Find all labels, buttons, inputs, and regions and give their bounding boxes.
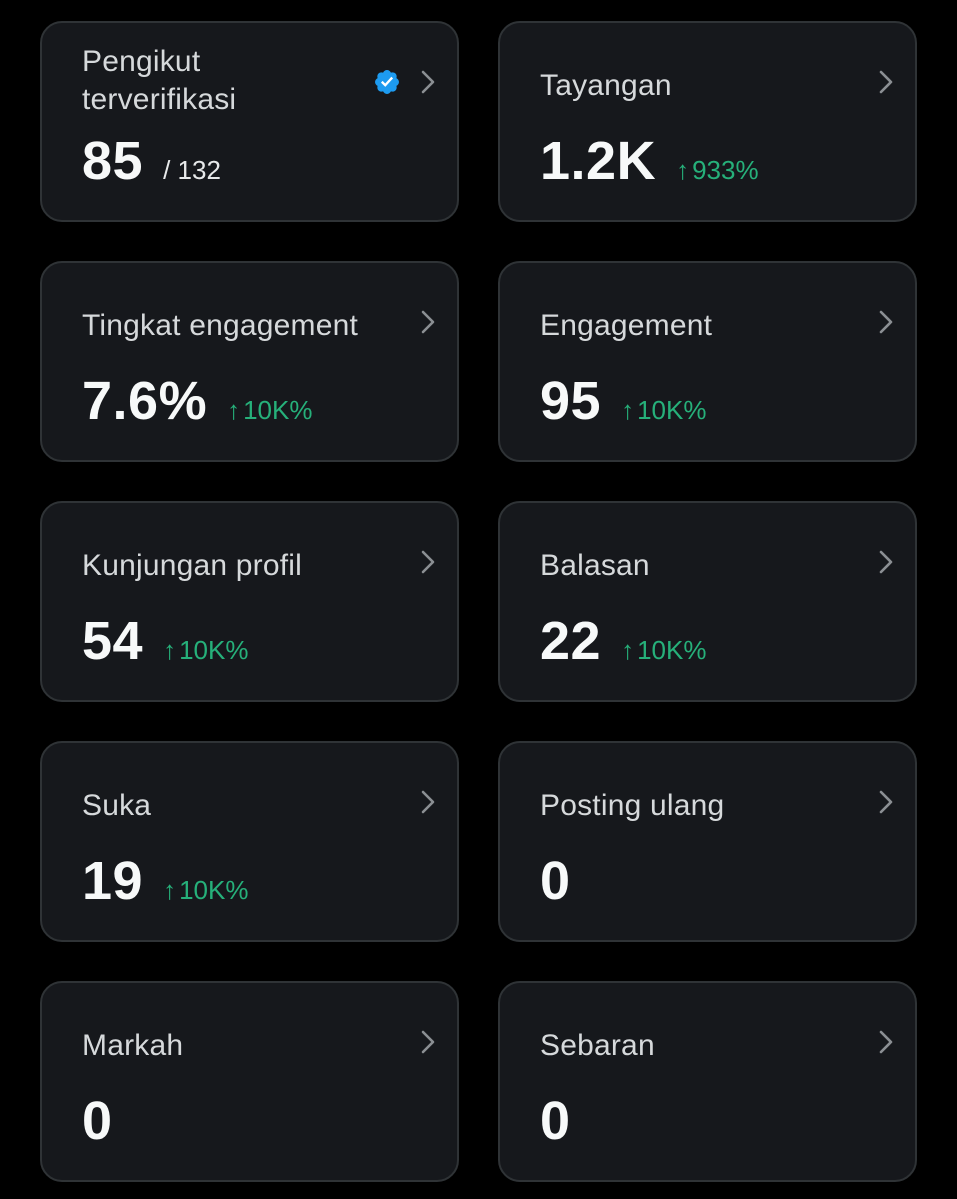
metric-value: 0 (540, 1091, 571, 1151)
card-title: Sebaran (540, 1029, 655, 1062)
trend-indicator: ↑ 10K% (163, 635, 248, 666)
value-row: 22 ↑ 10K% (540, 611, 706, 671)
chevron-right-icon[interactable] (875, 307, 897, 337)
value-row: 0 (540, 1091, 571, 1151)
trend-percent: 10K% (179, 635, 249, 665)
value-row: 19 ↑ 10K% (82, 851, 248, 911)
metric-value: 1.2K (540, 131, 657, 191)
card-title: Pengikut terverifikasi (82, 45, 237, 116)
arrow-up-icon: ↑ (163, 875, 177, 905)
card-title: Posting ulang (540, 789, 725, 822)
chevron-right-icon[interactable] (875, 67, 897, 97)
card-verified-followers[interactable]: Pengikut terverifikasi 85 / 132 (40, 21, 459, 222)
trend-percent: 10K% (243, 395, 313, 425)
card-impressions[interactable]: Tayangan 1.2K ↑ 933% (498, 21, 917, 222)
card-replies[interactable]: Balasan 22 ↑ 10K% (498, 501, 917, 702)
trend-indicator: ↑ 10K% (163, 875, 248, 906)
value-row: 95 ↑ 10K% (540, 371, 706, 431)
metric-value: 85 (82, 131, 144, 191)
trend-percent: 10K% (179, 875, 249, 905)
metric-value: 7.6% (82, 371, 208, 431)
chevron-right-icon[interactable] (875, 1027, 897, 1057)
trend-percent: 10K% (637, 395, 707, 425)
card-engagement-rate[interactable]: Tingkat engagement 7.6% ↑ 10K% (40, 261, 459, 462)
card-shares[interactable]: Sebaran 0 (498, 981, 917, 1182)
metric-value: 54 (82, 611, 144, 671)
chevron-right-icon[interactable] (875, 547, 897, 577)
card-likes[interactable]: Suka 19 ↑ 10K% (40, 741, 459, 942)
verified-badge-icon (373, 68, 401, 96)
chevron-right-icon[interactable] (417, 787, 439, 817)
card-title: Markah (82, 1029, 184, 1062)
trend-percent: 933% (692, 155, 759, 185)
value-row: 0 (82, 1091, 113, 1151)
arrow-up-icon: ↑ (163, 635, 177, 665)
card-reposts[interactable]: Posting ulang 0 (498, 741, 917, 942)
chevron-right-icon[interactable] (417, 1027, 439, 1057)
trend-indicator: ↑ 933% (676, 155, 759, 186)
arrow-up-icon: ↑ (676, 155, 690, 185)
value-row: 1.2K ↑ 933% (540, 131, 759, 191)
metric-value: 0 (540, 851, 571, 911)
trend-indicator: ↑ 10K% (621, 395, 706, 426)
chevron-right-icon[interactable] (417, 307, 439, 337)
card-title: Engagement (540, 309, 713, 342)
trend-percent: 10K% (637, 635, 707, 665)
card-title: Tingkat engagement (82, 309, 359, 342)
value-row: 7.6% ↑ 10K% (82, 371, 312, 431)
chevron-right-icon[interactable] (417, 67, 439, 97)
value-row: 54 ↑ 10K% (82, 611, 248, 671)
analytics-card-grid: Pengikut terverifikasi 85 / 132 Tayangan… (40, 21, 917, 1182)
metric-value: 19 (82, 851, 144, 911)
metric-total: / 132 (163, 155, 221, 185)
metric-value: 22 (540, 611, 602, 671)
arrow-up-icon: ↑ (621, 395, 635, 425)
chevron-right-icon[interactable] (875, 787, 897, 817)
card-title: Suka (82, 789, 152, 822)
trend-indicator: ↑ 10K% (621, 635, 706, 666)
trend-indicator: ↑ 10K% (227, 395, 312, 426)
value-row: 0 (540, 851, 571, 911)
card-bookmarks[interactable]: Markah 0 (40, 981, 459, 1182)
card-profile-visits[interactable]: Kunjungan profil 54 ↑ 10K% (40, 501, 459, 702)
card-title: Kunjungan profil (82, 549, 303, 582)
metric-value: 0 (82, 1091, 113, 1151)
card-title: Tayangan (540, 69, 672, 102)
metric-value: 95 (540, 371, 602, 431)
arrow-up-icon: ↑ (227, 395, 241, 425)
card-title: Balasan (540, 549, 650, 582)
value-row: 85 / 132 (82, 131, 221, 191)
arrow-up-icon: ↑ (621, 635, 635, 665)
card-engagement[interactable]: Engagement 95 ↑ 10K% (498, 261, 917, 462)
chevron-right-icon[interactable] (417, 547, 439, 577)
